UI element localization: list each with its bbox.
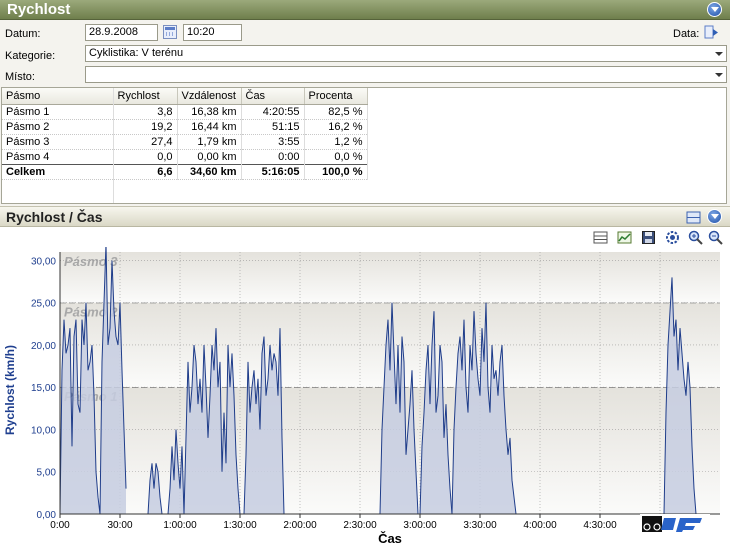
cell-speed: 0,0 (113, 149, 178, 165)
save-icon[interactable] (641, 230, 656, 245)
zoom-out-icon[interactable] (708, 230, 723, 245)
x-tick-label: 4:00:00 (523, 520, 557, 531)
table-row[interactable]: Pásmo 3 27,4 1,79 km 3:55 1,2 % (2, 134, 368, 150)
window-title: Rychlost (7, 1, 71, 18)
form-area: Datum: 28.9.2008 10:20 Data: Kategorie: … (0, 20, 730, 86)
x-tick-label: 2:30:00 (343, 520, 377, 531)
column-header-percent[interactable]: Procenta (304, 88, 368, 105)
cell-percent: 16,2 % (304, 119, 368, 135)
cell-percent: 100,0 % (304, 163, 368, 180)
cell-distance: 0,00 km (177, 149, 242, 165)
cell-distance: 1,79 km (177, 134, 242, 150)
data-label: Data: (673, 28, 700, 40)
column-header-speed[interactable]: Rychlost (113, 88, 178, 105)
column-header-distance[interactable]: Vzdálenost (177, 88, 242, 105)
table-row[interactable]: Pásmo 4 0,0 0,00 km 0:00 0,0 % (2, 149, 368, 165)
chart-view-icon[interactable] (617, 230, 632, 245)
x-tick-label: 30:00 (107, 520, 132, 531)
table-total-row: Celkem 6,6 34,60 km 5:16:05 100,0 % (2, 163, 368, 180)
place-label: Místo: (5, 71, 35, 83)
category-select-value: Cyklistika: V terénu (89, 47, 184, 59)
table-header-row: Pásmo Rychlost Vzdálenost Čas Procenta (2, 88, 368, 105)
y-tick-label: 30,00 (31, 256, 56, 267)
cell-distance: 16,44 km (177, 119, 242, 135)
cell-percent: 1,2 % (304, 134, 368, 150)
x-tick-label: 4:30:00 (583, 520, 617, 531)
bike-forum-logo (640, 514, 710, 544)
cell-zone: Celkem (2, 163, 114, 180)
y-tick-label: 20,00 (31, 341, 56, 352)
zone-label: Pásmo 3 (64, 254, 118, 269)
chevron-down-icon[interactable] (711, 67, 726, 82)
cell-zone: Pásmo 4 (2, 149, 114, 165)
x-tick-label: 2:00:00 (283, 520, 317, 531)
layout-icon[interactable] (686, 210, 701, 225)
cell-time: 0:00 (241, 149, 305, 165)
place-select[interactable] (85, 66, 727, 83)
y-tick-label: 10,00 (31, 425, 56, 436)
x-axis-title: Čas (378, 531, 402, 546)
data-export-icon[interactable] (704, 25, 719, 40)
cell-zone: Pásmo 3 (2, 134, 114, 150)
cell-time: 4:20:55 (241, 104, 305, 120)
x-tick-label: 1:00:00 (163, 520, 197, 531)
category-label: Kategorie: (5, 50, 56, 62)
date-label: Datum: (5, 28, 41, 40)
calendar-icon[interactable] (163, 25, 177, 39)
cell-time: 51:15 (241, 119, 305, 135)
cell-time: 5:16:05 (241, 163, 305, 180)
date-field[interactable]: 28.9.2008 (85, 24, 158, 41)
zones-table[interactable]: Pásmo Rychlost Vzdálenost Čas Procenta P… (1, 87, 727, 204)
y-tick-label: 25,00 (31, 299, 56, 310)
chevron-down-icon[interactable] (711, 46, 726, 61)
chart-panel-title: Rychlost / Čas (6, 209, 103, 225)
table-row[interactable]: Pásmo 1 3,8 16,38 km 4:20:55 82,5 % (2, 104, 368, 120)
category-select[interactable]: Cyklistika: V terénu (85, 45, 727, 62)
cell-zone: Pásmo 1 (2, 104, 114, 120)
window-titlebar: Rychlost (0, 0, 730, 20)
cell-speed: 19,2 (113, 119, 178, 135)
collapse-panel-button[interactable] (707, 2, 722, 17)
column-header-time[interactable]: Čas (241, 88, 305, 105)
chart-panel-header: Rychlost / Čas (0, 206, 730, 227)
y-axis-title: Rychlost (km/h) (3, 345, 17, 435)
cell-zone: Pásmo 2 (2, 119, 114, 135)
cell-distance: 16,38 km (177, 104, 242, 120)
speed-time-chart[interactable]: Pásmo 1Pásmo 2Pásmo 3 0,005,0010,0015,00… (0, 243, 730, 560)
column-header-zone[interactable]: Pásmo (2, 88, 114, 105)
x-tick-label: 0:00 (50, 520, 70, 531)
collapse-chart-button[interactable] (707, 209, 722, 224)
settings-icon[interactable] (665, 230, 680, 245)
y-tick-label: 15,00 (31, 383, 56, 394)
chart-toolbar (0, 227, 730, 247)
x-tick-label: 3:00:00 (403, 520, 437, 531)
x-tick-label: 3:30:00 (463, 520, 497, 531)
chart-svg[interactable]: Pásmo 1Pásmo 2Pásmo 3 0,005,0010,0015,00… (0, 243, 730, 560)
zone-band (60, 252, 720, 303)
cell-percent: 0,0 % (304, 149, 368, 165)
cell-percent: 82,5 % (304, 104, 368, 120)
cell-speed: 3,8 (113, 104, 178, 120)
cell-distance: 34,60 km (177, 163, 242, 180)
zoom-in-icon[interactable] (688, 230, 703, 245)
x-tick-label: 1:30:00 (223, 520, 257, 531)
y-tick-label: 5,00 (37, 468, 57, 479)
cell-speed: 6,6 (113, 163, 178, 180)
cell-speed: 27,4 (113, 134, 178, 150)
time-field[interactable]: 10:20 (183, 24, 242, 41)
table-view-icon[interactable] (593, 230, 608, 245)
table-row[interactable]: Pásmo 2 19,2 16,44 km 51:15 16,2 % (2, 119, 368, 135)
cell-time: 3:55 (241, 134, 305, 150)
